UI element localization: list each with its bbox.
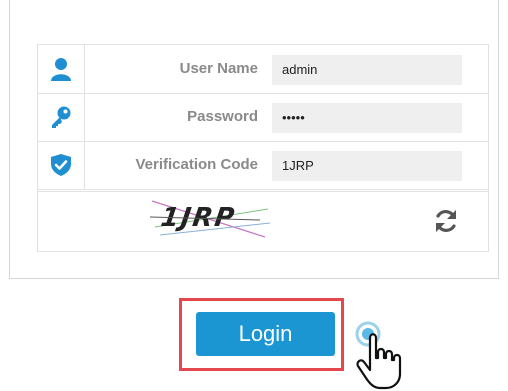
- password-label: Password: [187, 108, 258, 125]
- verification-input[interactable]: [272, 151, 462, 181]
- username-label: User Name: [179, 60, 258, 77]
- password-input[interactable]: [272, 103, 462, 133]
- divider: [9, 278, 499, 279]
- hand-pointer-icon: [355, 321, 402, 390]
- verification-label: Verification Code: [135, 156, 258, 173]
- verification-row: Verification Code: [38, 141, 488, 190]
- username-row: User Name: [38, 45, 488, 94]
- refresh-icon[interactable]: [432, 207, 460, 235]
- captcha-row: 1JRP: [37, 191, 489, 252]
- username-input[interactable]: [272, 55, 462, 85]
- user-icon: [38, 45, 85, 93]
- login-form: User Name Password Verification Code: [37, 44, 489, 192]
- password-row: Password: [38, 93, 488, 142]
- key-icon: [38, 93, 85, 141]
- login-button[interactable]: Login: [196, 312, 335, 356]
- shield-check-icon: [38, 141, 85, 189]
- captcha-image: 1JRP: [150, 200, 271, 238]
